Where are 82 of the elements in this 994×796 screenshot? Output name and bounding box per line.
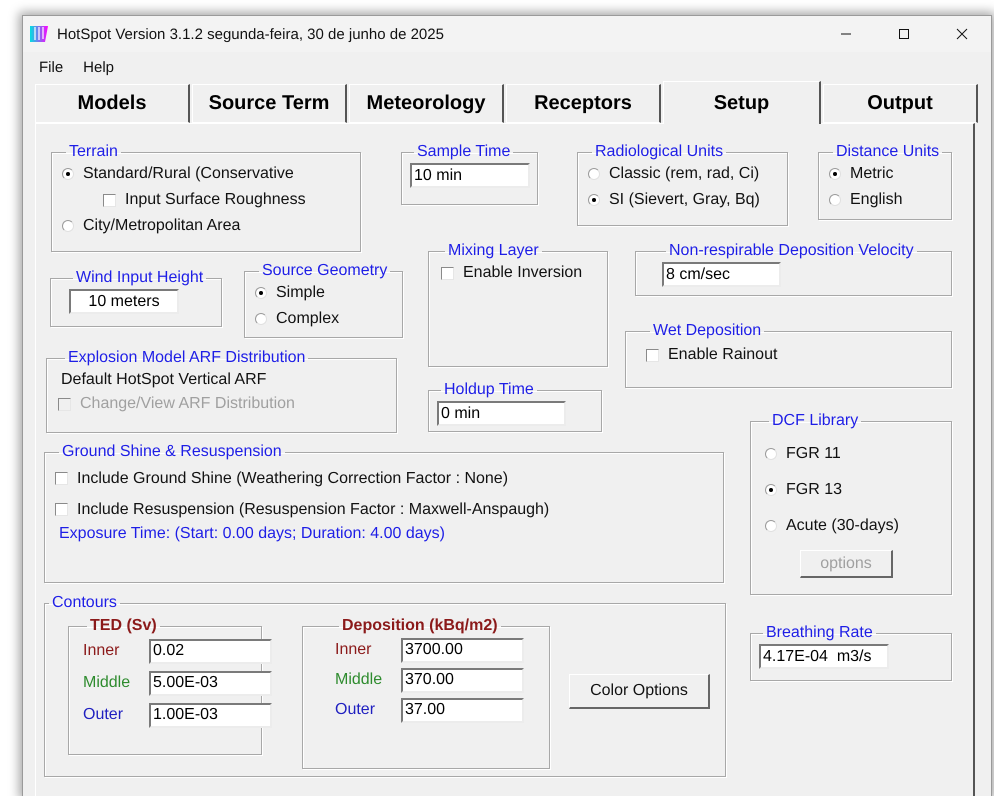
option-label: Simple (276, 284, 325, 302)
tab[interactable]: Output (823, 84, 978, 123)
radio-button[interactable] (829, 168, 841, 180)
option-label: Standard/Rural (Conservative (83, 165, 294, 183)
info-text: Default HotSpot Vertical ARF (61, 371, 266, 389)
checkbox[interactable] (103, 194, 116, 206)
checkbox-label: Enable Rainout (668, 346, 778, 364)
option-label: English (850, 191, 902, 209)
input-field[interactable]: 8 cm/sec (662, 262, 781, 287)
radio-button[interactable] (588, 168, 600, 180)
checkbox-label: Enable Inversion (463, 264, 582, 282)
radio-button[interactable] (829, 194, 841, 206)
maximize-icon[interactable] (898, 28, 910, 40)
radio-button[interactable] (765, 484, 777, 496)
option-label: Acute (30-days) (786, 517, 899, 535)
tab[interactable]: Source Term (192, 84, 347, 123)
contour-label: Middle (83, 674, 132, 692)
checkbox-label: Input Surface Roughness (125, 191, 306, 209)
checkbox[interactable] (55, 503, 68, 516)
radio-button[interactable] (765, 448, 777, 460)
group-title: Explosion Model ARF Distribution (67, 349, 306, 367)
contour-label: Inner (83, 642, 120, 660)
option-label: FGR 11 (786, 445, 841, 463)
group-title: Ground Shine & Resuspension (61, 443, 283, 461)
group-title: Radiological Units (594, 143, 724, 161)
group-title: DCF Library (771, 412, 860, 430)
exposure-time-text: Exposure Time: (Start: 0.00 days; Duration: 4.00 days) (59, 525, 445, 543)
option-label: Complex (276, 310, 340, 328)
input-field[interactable]: 0.02 (149, 638, 272, 664)
input-field[interactable]: 370.00 (401, 668, 524, 692)
menu-item[interactable]: Help (75, 56, 122, 78)
group-title: Source Geometry (261, 262, 388, 280)
group-title: Breathing Rate (765, 624, 874, 642)
input-field[interactable]: 5.00E-03 (149, 670, 272, 696)
input-field[interactable]: 4.17E-04 m3/s (759, 644, 889, 669)
checkbox[interactable] (55, 472, 68, 485)
tab[interactable]: Meteorology (349, 84, 504, 123)
close-icon[interactable] (956, 28, 968, 40)
option-label: City/Metropolitan Area (83, 217, 240, 235)
option-label: SI (Sievert, Gray, Bq) (609, 191, 760, 209)
checkbox[interactable] (441, 266, 454, 280)
tab[interactable]: Models (35, 84, 190, 123)
group-title: Terrain (68, 143, 119, 161)
checkbox[interactable] (646, 348, 659, 362)
input-field[interactable]: 37.00 (401, 698, 524, 722)
input-field[interactable]: 3700.00 (401, 638, 524, 662)
input-field[interactable]: 0 min (437, 401, 566, 426)
group-title: Wet Deposition (652, 322, 762, 340)
group-title: Distance Units (835, 143, 940, 161)
menu-item[interactable]: File (31, 56, 72, 78)
group-title: TED (Sv) (89, 617, 158, 635)
group-title: Mixing Layer (447, 242, 540, 260)
input-field[interactable]: 10 min (410, 163, 530, 188)
app-icon (29, 25, 49, 43)
option-label: Metric (850, 165, 894, 183)
contour-label: Middle (335, 671, 384, 689)
contour-label: Inner (335, 641, 372, 659)
group-title: Holdup Time (443, 381, 535, 399)
contour-label: Outer (335, 701, 376, 719)
contour-label: Outer (83, 706, 124, 724)
option-label: Classic (rem, rad, Ci) (609, 165, 760, 183)
color-options-button[interactable]: Color Options (569, 674, 710, 709)
group-title: Deposition (kBq/m2) (341, 617, 499, 635)
tab[interactable]: Receptors (506, 84, 661, 123)
option-label: FGR 13 (786, 481, 842, 499)
radio-button[interactable] (765, 520, 777, 532)
window-title: HotSpot Version 3.1.2 segunda-feira, 30 de junho de 2025 (57, 26, 445, 42)
checkbox-label: Include Resuspension (Resuspension Factor : Maxwell-Anspaugh) (77, 500, 550, 518)
group-title: Sample Time (416, 143, 512, 161)
input-field[interactable]: 1.00E-03 (149, 702, 272, 728)
input-field[interactable]: 10 meters (69, 289, 179, 314)
radio-button[interactable] (255, 313, 267, 325)
group-title: Non-respirable Deposition Velocity (668, 242, 915, 260)
tab[interactable]: Setup (663, 81, 821, 124)
checkbox-label: Include Ground Shine (Weathering Correction Factor : None) (77, 470, 508, 488)
radio-button[interactable] (588, 194, 600, 206)
group-title: Contours (51, 594, 118, 612)
group-title: Wind Input Height (75, 269, 204, 287)
checkbox-label: Change/View ARF Distribution (80, 395, 295, 413)
radio-button[interactable] (62, 220, 74, 232)
radio-button[interactable] (255, 287, 267, 299)
radio-button[interactable] (62, 168, 74, 180)
